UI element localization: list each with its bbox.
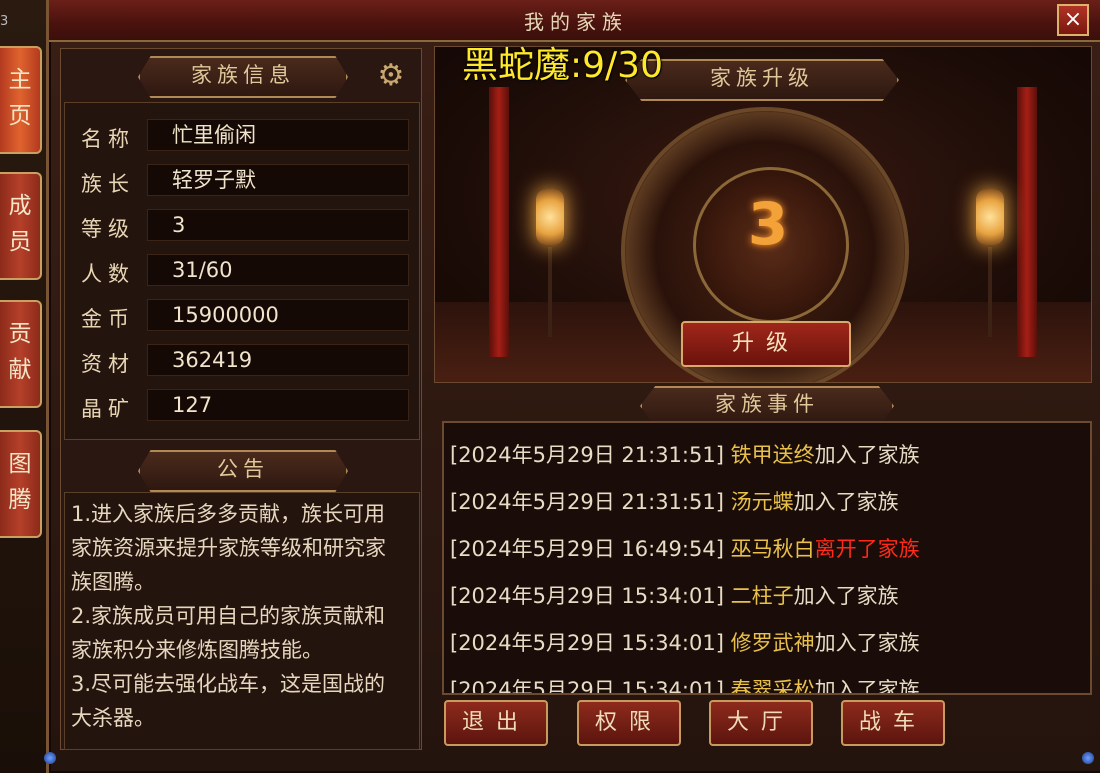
notice-header: 公告 (138, 450, 348, 492)
notice-line: 3.尽可能去强化战车，这是国战的 (71, 672, 386, 696)
info-row-crystal: 晶矿 127 (65, 389, 419, 423)
event-member-name: 修罗武神 (730, 631, 815, 655)
tab-home[interactable]: 主 页 (0, 46, 42, 154)
info-value: 127 (147, 389, 409, 421)
info-row-materials: 资材 362419 (65, 344, 419, 378)
event-member-name: 春翠采松 (730, 678, 815, 695)
info-label: 名称 (81, 127, 135, 151)
exit-button[interactable]: 退出 (444, 700, 548, 746)
tab-totem[interactable]: 图 腾 (0, 430, 42, 538)
permissions-button[interactable]: 权限 (577, 700, 681, 746)
event-member-name: 铁甲送终 (730, 443, 815, 467)
info-row-leader: 族长 轻罗子默 (65, 164, 419, 198)
event-item: [2024年5月29日 15:34:01] 春翠采松加入了家族 (450, 674, 920, 695)
info-value: 3 (147, 209, 409, 241)
family-level-number: 3 (747, 190, 789, 258)
event-time: [2024年5月29日 15:34:01] (450, 678, 724, 695)
event-action: 加入了家族 (793, 490, 899, 514)
info-label: 资材 (81, 352, 135, 376)
notice-line: 1.进入家族后多多贡献，族长可用 (71, 502, 386, 526)
event-action: 加入了家族 (814, 443, 920, 467)
event-item: [2024年5月29日 15:34:01] 修罗武神加入了家族 (450, 627, 920, 657)
info-header: 家族信息 (138, 56, 348, 98)
event-member-name: 汤元蝶 (730, 490, 794, 514)
event-action: 加入了家族 (814, 631, 920, 655)
tab-contribution-char-2: 献 (8, 357, 32, 383)
events-list[interactable]: [2024年5月29日 21:31:51] 铁甲送终加入了家族 [2024年5月… (442, 421, 1092, 695)
event-action: 离开了家族 (814, 537, 920, 561)
tab-totem-char-2: 腾 (8, 487, 32, 513)
lantern-icon (976, 189, 1004, 245)
boss-progress-text: 黑蛇魔:9/30 (462, 45, 663, 86)
notice-line: 大杀器。 (71, 706, 155, 730)
notice-line: 家族资源来提升家族等级和研究家 (71, 536, 386, 560)
corner-gem-icon (44, 752, 56, 764)
tab-contribution-char-1: 贡 (8, 321, 32, 347)
info-label: 晶矿 (81, 397, 135, 421)
tab-members-char-2: 员 (8, 229, 32, 255)
info-label: 金币 (81, 307, 135, 331)
info-value: 轻罗子默 (147, 164, 409, 196)
window-title: 我的家族 (524, 10, 628, 34)
info-row-gold: 金币 15900000 (65, 299, 419, 333)
tab-home-char-1: 主 (8, 67, 32, 93)
info-row-name: 名称 忙里偷闲 (65, 119, 419, 153)
tab-totem-char-1: 图 (8, 451, 32, 477)
info-label: 人数 (81, 262, 135, 286)
tab-members[interactable]: 成 员 (0, 172, 42, 280)
event-action: 加入了家族 (793, 584, 899, 608)
hall-pillar (1017, 87, 1037, 357)
notice-line: 家族积分来修炼图腾技能。 (71, 638, 323, 662)
events-header: 家族事件 (640, 386, 894, 426)
event-time: [2024年5月29日 15:34:01] (450, 631, 724, 655)
tab-members-char-1: 成 (8, 193, 32, 219)
event-time: [2024年5月29日 15:34:01] (450, 584, 724, 608)
info-value: 362419 (147, 344, 409, 376)
lamp-pole (988, 247, 992, 337)
event-item: [2024年5月29日 15:34:01] 二柱子加入了家族 (450, 580, 899, 610)
event-item: [2024年5月29日 21:31:51] 铁甲送终加入了家族 (450, 439, 920, 469)
info-row-members: 人数 31/60 (65, 254, 419, 288)
info-value: 31/60 (147, 254, 409, 286)
tab-contribution[interactable]: 贡 献 (0, 300, 42, 408)
lamp-pole (548, 247, 552, 337)
hall-pillar (489, 87, 509, 357)
event-time: [2024年5月29日 21:31:51] (450, 490, 724, 514)
side-mark: 3 (0, 14, 9, 29)
upgrade-hall: 3 家族升级 升级 (434, 46, 1092, 383)
event-item: [2024年5月29日 21:31:51] 汤元蝶加入了家族 (450, 486, 899, 516)
gear-icon[interactable]: ⚙ (375, 60, 407, 92)
info-label: 族长 (81, 172, 135, 196)
event-item: [2024年5月29日 16:49:54] 巫马秋白离开了家族 (450, 533, 920, 563)
close-button[interactable]: × (1057, 4, 1089, 36)
notice-box: 1.进入家族后多多贡献，族长可用 家族资源来提升家族等级和研究家 族图腾。 2.… (64, 492, 420, 750)
info-row-level: 等级 3 (65, 209, 419, 243)
tab-home-char-2: 页 (8, 103, 32, 129)
war-chariot-button[interactable]: 战车 (841, 700, 945, 746)
info-value: 15900000 (147, 299, 409, 331)
info-box: 名称 忙里偷闲 族长 轻罗子默 等级 3 人数 31/60 金币 1590000… (64, 102, 420, 440)
event-time: [2024年5月29日 16:49:54] (450, 537, 724, 561)
info-label: 等级 (81, 217, 135, 241)
upgrade-header: 家族升级 (625, 59, 899, 101)
lantern-icon (536, 189, 564, 245)
event-member-name: 巫马秋白 (730, 537, 815, 561)
event-member-name: 二柱子 (730, 584, 794, 608)
info-value: 忙里偷闲 (147, 119, 409, 151)
event-time: [2024年5月29日 21:31:51] (450, 443, 724, 467)
event-action: 加入了家族 (814, 678, 920, 695)
hall-button[interactable]: 大厅 (709, 700, 813, 746)
upgrade-button[interactable]: 升级 (681, 321, 851, 367)
notice-line: 2.家族成员可用自己的家族贡献和 (71, 604, 386, 628)
notice-line: 族图腾。 (71, 570, 155, 594)
corner-gem-icon (1082, 752, 1094, 764)
